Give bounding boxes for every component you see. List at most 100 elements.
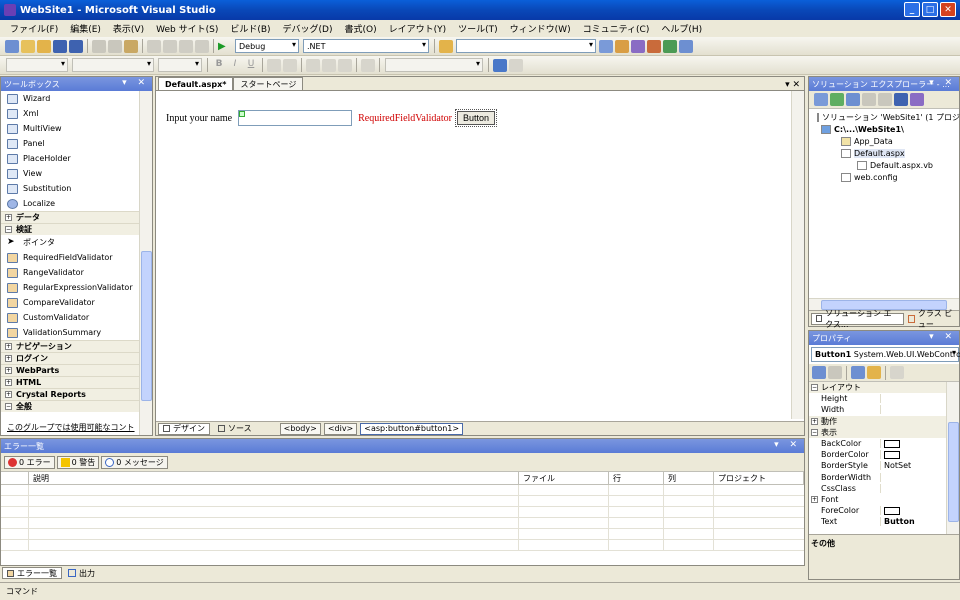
style-builder-icon[interactable] [493,58,507,72]
new-project-icon[interactable] [5,39,19,53]
column-line[interactable]: 行 [609,472,664,484]
object-browser-icon[interactable] [631,39,645,53]
style-select[interactable] [385,58,483,72]
menu-build[interactable]: ビルド(B) [224,22,276,35]
navigate-back-icon[interactable] [179,39,193,53]
find-in-files-icon[interactable] [439,39,453,53]
cut-icon[interactable] [92,39,106,53]
menu-format[interactable]: 書式(O) [338,22,382,35]
properties-header-buttons[interactable]: ▾ ✕ [929,332,956,342]
column-column[interactable]: 列 [664,472,714,484]
breadcrumb-button[interactable]: <asp:button#button1> [360,422,464,435]
show-all-files-icon[interactable] [846,93,860,106]
error-list-header-buttons[interactable]: ▾ ✕ [774,440,801,450]
navigate-forward-icon[interactable] [195,39,209,53]
toolbox-item-panel[interactable]: Panel [1,136,139,151]
object-selector[interactable]: Button1 System.Web.UI.WebContro [811,347,960,362]
window-layout-icon[interactable] [679,39,693,53]
column-project[interactable]: プロジェクト [714,472,804,484]
error-list-tab[interactable]: エラー一覧 [2,567,62,579]
menu-layout[interactable]: レイアウト(Y) [383,22,453,35]
asp-net-config-icon[interactable] [910,93,924,106]
toolbox-category-html[interactable]: + HTML [1,376,139,388]
alphabetical-icon[interactable] [828,366,842,379]
toolbox-item-pointer[interactable]: ➤ ポインタ [1,235,139,250]
numbered-list-icon[interactable] [322,58,336,72]
menu-window[interactable]: ウィンドウ(W) [504,22,577,35]
platform-select[interactable]: .NET [303,39,429,53]
toolbox-item-multiview[interactable]: MultiView [1,121,139,136]
properties-scrollbar[interactable] [946,382,959,534]
toolbox-item-placeholder[interactable]: PlaceHolder [1,151,139,166]
maximize-button[interactable]: □ [922,2,938,17]
solution-header-buttons[interactable]: ▾ ✕ [929,78,956,88]
editor-tab-buttons[interactable]: ▾ ✕ [785,80,804,90]
source-view-tab[interactable]: ソース [213,422,257,435]
menu-debug[interactable]: デバッグ(D) [277,22,339,35]
toolbox-header-buttons[interactable]: ▾ ✕ [122,78,149,88]
toolbox-item-view[interactable]: View [1,166,139,181]
justify-icon[interactable] [306,58,320,72]
toolbox-item-regularexpressionvalidator[interactable]: RegularExpressionValidator [1,280,139,295]
view-code-icon[interactable] [862,93,876,106]
background-color-icon[interactable] [283,58,297,72]
toolbox-item-substitution[interactable]: Substitution [1,181,139,196]
close-button[interactable]: ✕ [940,2,956,17]
prop-text[interactable]: Text Button [809,516,946,527]
properties-window-icon[interactable] [615,39,629,53]
copy-icon[interactable] [108,39,122,53]
add-item-icon[interactable] [21,39,35,53]
toolbox-item-wizard[interactable]: Wizard [1,91,139,106]
start-debug-icon[interactable]: ▶ [218,40,232,53]
tab-default-aspx[interactable]: Default.aspx* [158,77,234,90]
toolbox-scrollbar[interactable] [139,91,152,435]
events-icon[interactable] [867,366,881,379]
category-layout[interactable]: − レイアウト [809,382,946,394]
toolbox-category-navigation[interactable]: + ナビゲーション [1,340,139,352]
start-page-icon[interactable] [663,39,677,53]
categorized-icon[interactable] [812,366,826,379]
menu-help[interactable]: ヘルプ(H) [655,22,708,35]
foreground-color-icon[interactable] [267,58,281,72]
paste-icon[interactable] [124,39,138,53]
toolbox-item-rangevalidator[interactable]: RangeValidator [1,265,139,280]
tab-start-page[interactable]: スタートページ [233,77,304,90]
menu-tools[interactable]: ツール(T) [452,22,504,35]
toolbox-item-comparevalidator[interactable]: CompareValidator [1,295,139,310]
tree-app-data[interactable]: App_Data [817,135,959,147]
category-behavior[interactable]: + 動作 [809,415,946,427]
toolbox-category-general[interactable]: − 全般 [1,400,139,412]
toolbox-category-crystal-reports[interactable]: + Crystal Reports [1,388,139,400]
prop-bordercolor[interactable]: BorderColor [809,449,946,460]
errors-filter-button[interactable]: 0 エラー [4,455,55,469]
prop-height[interactable]: Height [809,393,946,404]
design-surface[interactable]: Input your name RequiredFieldValidator B… [156,91,791,419]
editor-scrollbar[interactable] [791,91,804,419]
open-icon[interactable] [37,39,51,53]
menu-file[interactable]: ファイル(F) [4,22,64,35]
menu-view[interactable]: 表示(V) [107,22,150,35]
hyperlink-icon[interactable] [361,58,375,72]
toolbox-category-data[interactable]: + データ [1,211,139,223]
tree-web-config[interactable]: web.config [817,171,959,183]
bold-button[interactable]: B [212,59,226,72]
column-file[interactable]: ファイル [519,472,609,484]
prop-forecolor[interactable]: ForeColor [809,505,946,516]
toolbox-category-webparts[interactable]: + WebParts [1,364,139,376]
solution-explorer-tab[interactable]: ソリューション エクス... [811,309,904,329]
font-size-select[interactable] [158,58,202,72]
menu-community[interactable]: コミュニティ(C) [577,22,656,35]
toolbox-item-requiredfieldvalidator[interactable]: RequiredFieldValidator [1,250,139,265]
save-icon[interactable] [53,39,67,53]
design-view-tab[interactable]: デザイン [158,422,210,435]
prop-width[interactable]: Width [809,404,946,415]
breadcrumb-body[interactable]: <body> [279,422,321,435]
save-all-icon[interactable] [69,39,83,53]
properties-view-icon[interactable] [851,366,865,379]
button1[interactable]: Button [456,111,495,125]
toolbox-category-validation[interactable]: − 検証 [1,223,139,235]
underline-button[interactable]: U [244,59,258,72]
tree-default-aspx-vb[interactable]: Default.aspx.vb [817,159,959,171]
toolbox-item-validationsummary[interactable]: ValidationSummary [1,325,139,340]
prop-backcolor[interactable]: BackColor [809,438,946,449]
